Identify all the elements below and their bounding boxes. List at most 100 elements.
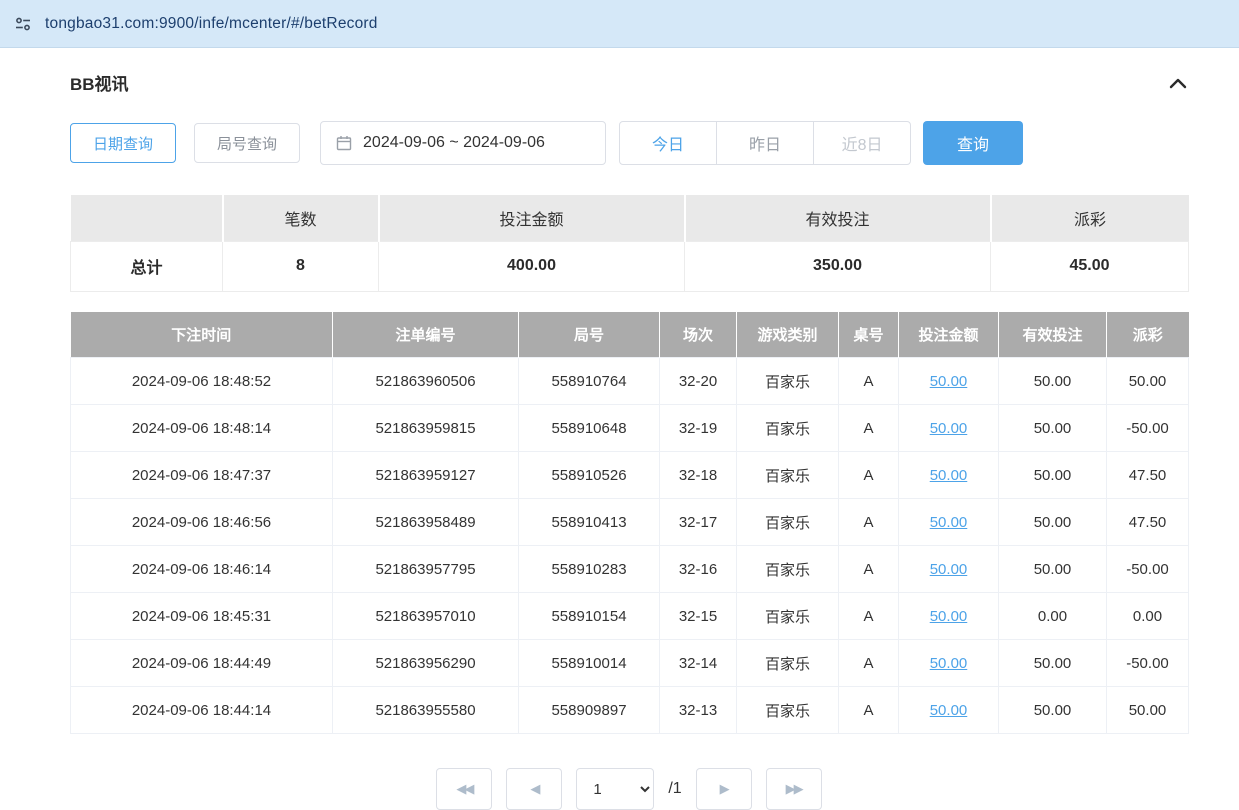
summary-header-blank [71,195,223,241]
filter-toolbar: 日期查询 局号查询 2024-09-06 ~ 2024-09-06 今日 昨日 … [70,121,1188,165]
cell-bet-amount-link[interactable]: 50.00 [930,608,968,625]
cell-bet-amount-link[interactable]: 50.00 [930,514,968,531]
cell-round-id: 558909897 [519,687,660,734]
cell-order-id: 521863956290 [333,640,519,687]
bet-record-panel: BB视讯 日期查询 局号查询 2024-09-06 ~ 2024-09-06 今… [0,70,1239,810]
cell-valid-bet: 50.00 [999,640,1107,687]
cell-payout: -50.00 [1107,546,1189,593]
cell-order-id: 521863958489 [333,499,519,546]
table-row: 2024-09-06 18:46:14 521863957795 5589102… [71,546,1189,593]
cell-table-no: A [839,687,899,734]
page-select[interactable]: 1 [576,768,654,810]
cell-bet-amount-link[interactable]: 50.00 [930,702,968,719]
collapse-chevron-up-icon[interactable] [1168,76,1188,90]
cell-order-id: 521863959815 [333,405,519,452]
round-query-tab[interactable]: 局号查询 [194,123,300,163]
summary-total-label: 总计 [71,241,223,291]
cell-valid-bet: 50.00 [999,405,1107,452]
today-button[interactable]: 今日 [619,121,717,165]
summary-total-row: 总计 8 400.00 350.00 45.00 [71,241,1189,291]
summary-total-valid-bet: 350.00 [685,241,991,291]
first-page-button[interactable]: ◀◀ [436,768,492,810]
site-settings-icon[interactable] [14,15,32,33]
cell-bet-time: 2024-09-06 18:48:52 [71,358,333,405]
calendar-icon [336,135,352,151]
next-page-button[interactable]: ▶ [696,768,752,810]
table-row: 2024-09-06 18:44:49 521863956290 5589100… [71,640,1189,687]
cell-bet-time: 2024-09-06 18:46:56 [71,499,333,546]
next-page-icon: ▶ [720,781,728,797]
cell-round-id: 558910764 [519,358,660,405]
col-header-table-no: 桌号 [839,312,899,358]
cell-bet-amount-link[interactable]: 50.00 [930,655,968,672]
prev-page-icon: ◀ [530,781,538,797]
cell-game-type: 百家乐 [737,405,839,452]
cell-game-type: 百家乐 [737,593,839,640]
cell-session: 32-17 [660,499,737,546]
cell-game-type: 百家乐 [737,687,839,734]
cell-round-id: 558910526 [519,452,660,499]
cell-game-type: 百家乐 [737,358,839,405]
cell-session: 32-19 [660,405,737,452]
cell-table-no: A [839,546,899,593]
table-row: 2024-09-06 18:48:52 521863960506 5589107… [71,358,1189,405]
cell-payout: 50.00 [1107,358,1189,405]
cell-valid-bet: 50.00 [999,499,1107,546]
cell-valid-bet: 50.00 [999,546,1107,593]
cell-valid-bet: 0.00 [999,593,1107,640]
col-header-order-id: 注单编号 [333,312,519,358]
summary-header-valid-bet: 有效投注 [685,195,991,241]
summary-total-payout: 45.00 [991,241,1189,291]
cell-valid-bet: 50.00 [999,452,1107,499]
cell-session: 32-14 [660,640,737,687]
cell-bet-time: 2024-09-06 18:46:14 [71,546,333,593]
cell-payout: 47.50 [1107,452,1189,499]
first-page-icon: ◀◀ [456,781,472,797]
last-page-button[interactable]: ▶▶ [766,768,822,810]
cell-table-no: A [839,452,899,499]
last-8-days-button[interactable]: 近8日 [813,121,911,165]
cell-bet-amount-link[interactable]: 50.00 [930,420,968,437]
page-url[interactable]: tongbao31.com:9900/infe/mcenter/#/betRec… [45,15,378,33]
cell-session: 32-20 [660,358,737,405]
cell-order-id: 521863957795 [333,546,519,593]
cell-order-id: 521863959127 [333,452,519,499]
col-header-bet-amount: 投注金额 [899,312,999,358]
col-header-session: 场次 [660,312,737,358]
table-row: 2024-09-06 18:46:56 521863958489 5589104… [71,499,1189,546]
table-row: 2024-09-06 18:45:31 521863957010 5589101… [71,593,1189,640]
cell-table-no: A [839,358,899,405]
summary-header-count: 笔数 [223,195,379,241]
cell-session: 32-16 [660,546,737,593]
quick-date-button-group: 今日 昨日 近8日 [619,121,911,165]
bet-table-body: 2024-09-06 18:48:52 521863960506 5589107… [71,358,1189,734]
cell-order-id: 521863960506 [333,358,519,405]
date-query-tab[interactable]: 日期查询 [70,123,176,163]
prev-page-button[interactable]: ◀ [506,768,562,810]
cell-bet-amount-link[interactable]: 50.00 [930,373,968,390]
page-total: /1 [668,768,681,810]
cell-session: 32-18 [660,452,737,499]
last-page-icon: ▶▶ [786,781,802,797]
col-header-bet-time: 下注时间 [71,312,333,358]
cell-bet-amount-link[interactable]: 50.00 [930,467,968,484]
col-header-valid-bet: 有效投注 [999,312,1107,358]
cell-round-id: 558910413 [519,499,660,546]
cell-bet-time: 2024-09-06 18:44:49 [71,640,333,687]
cell-session: 32-13 [660,687,737,734]
cell-payout: -50.00 [1107,405,1189,452]
search-button[interactable]: 查询 [923,121,1023,165]
cell-bet-time: 2024-09-06 18:44:14 [71,687,333,734]
cell-payout: -50.00 [1107,640,1189,687]
cell-table-no: A [839,640,899,687]
cell-bet-amount-link[interactable]: 50.00 [930,561,968,578]
yesterday-button[interactable]: 昨日 [716,121,814,165]
cell-payout: 50.00 [1107,687,1189,734]
panel-title: BB视讯 [70,70,129,95]
pagination: ◀◀ ◀ 1 /1 ▶ ▶▶ [70,768,1188,810]
cell-game-type: 百家乐 [737,452,839,499]
cell-game-type: 百家乐 [737,640,839,687]
cell-round-id: 558910154 [519,593,660,640]
summary-header-bet-amount: 投注金额 [379,195,685,241]
date-range-picker[interactable]: 2024-09-06 ~ 2024-09-06 [320,121,606,165]
